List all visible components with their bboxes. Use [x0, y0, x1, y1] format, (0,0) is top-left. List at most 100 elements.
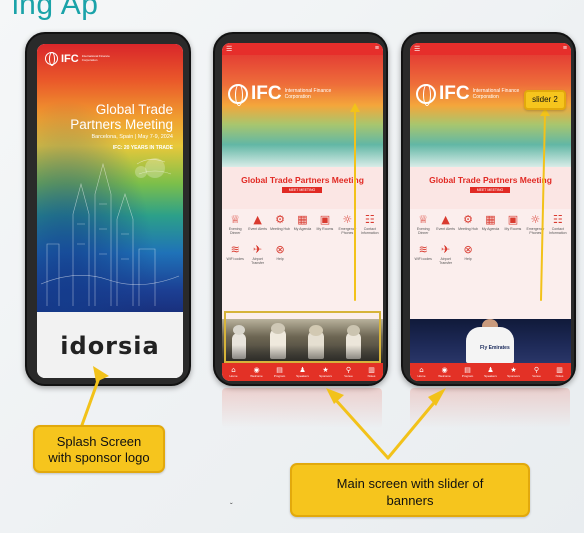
- player-figure: [232, 333, 246, 359]
- grid-item-label: WiFi codes: [414, 257, 432, 261]
- grid-item[interactable]: ✈ Airport Transfer: [246, 243, 268, 273]
- header-banner: IFC International Finance Corporation: [410, 55, 571, 167]
- airplane-icon: ✈: [253, 243, 263, 256]
- grid-item[interactable]: ⚙ Meeting Hub: [457, 213, 479, 243]
- event-badge: MEET MEETING: [470, 187, 510, 193]
- grid-item-label: WiFi codes: [226, 257, 244, 261]
- grid-item[interactable]: ♕ Evening Dinner: [224, 213, 246, 243]
- grid-item[interactable]: ▦ My Agenda: [291, 213, 313, 243]
- main-callout-line2: banners: [386, 493, 434, 508]
- sponsors-icon: ★: [322, 366, 329, 374]
- options-menu-icon[interactable]: ≡: [375, 45, 379, 52]
- main-callout-line1: Main screen with slider of: [336, 476, 484, 491]
- slide-title: ing Ap: [12, 0, 99, 21]
- grid-item-label: Airport Transfer: [251, 257, 265, 265]
- contact-icon: ☷: [364, 213, 375, 226]
- grid-item[interactable]: ▦ My Agenda: [479, 213, 501, 243]
- sponsors-icon: ★: [510, 366, 517, 374]
- nav-item[interactable]: ▤ Program: [268, 363, 291, 381]
- grid-item-label: Airport Transfer: [439, 257, 453, 265]
- nav-item[interactable]: ⌂ Home: [222, 363, 245, 381]
- ifc-logo-text: IFC: [439, 83, 470, 104]
- grid-item[interactable]: ▲ Event Alerts: [246, 213, 268, 243]
- grid-item-label: Emergency Phones: [526, 227, 545, 235]
- header-banner: IFC International Finance Corporation: [222, 55, 383, 167]
- ifc-globe-icon: [228, 84, 248, 106]
- nav-item[interactable]: ⚲ Venue: [525, 363, 548, 381]
- emergency-icon: ☼: [530, 213, 541, 226]
- my-rooms-icon: ▣: [319, 213, 331, 226]
- nav-item-label: Home: [229, 374, 238, 378]
- nav-item[interactable]: ▤ Program: [456, 363, 479, 381]
- hamburger-menu-icon[interactable]: ☰: [226, 45, 232, 53]
- nav-item[interactable]: ⚲ Venue: [337, 363, 360, 381]
- venue-icon: ⚲: [533, 366, 540, 374]
- nav-item[interactable]: ♟ Speakers: [479, 363, 502, 381]
- event-title: Global Trade Partners Meeting: [241, 175, 364, 185]
- jersey-sponsor-text: Fly Emirates: [480, 345, 510, 351]
- cathedral-sketch-illustration: [40, 158, 180, 306]
- ifc-logo: IFC International Finance Corporation: [228, 83, 345, 106]
- feature-grid: ♕ Evening Dinner ▲ Event Alerts ⚙ Meeting Hub…: [224, 213, 381, 303]
- emergency-icon: ☼: [342, 213, 353, 226]
- nav-item-label: Welcome: [250, 374, 263, 378]
- nav-item[interactable]: ⌂ Home: [410, 363, 433, 381]
- grid-item[interactable]: ♕ Evening Dinner: [412, 213, 434, 243]
- slider-banner-jersey[interactable]: Fly Emirates: [410, 319, 571, 363]
- grid-item[interactable]: ▣ My Rooms: [314, 213, 336, 243]
- nav-item-label: Sponsors: [507, 374, 520, 378]
- nav-item[interactable]: ◉ Welcome: [433, 363, 456, 381]
- welcome-icon: ◉: [441, 366, 448, 374]
- grid-item[interactable]: ✈ Airport Transfer: [434, 243, 456, 273]
- slider-banner-football[interactable]: [222, 319, 383, 363]
- event-badge: MEET MEETING: [282, 187, 322, 193]
- help-icon: ⊗: [463, 243, 473, 256]
- nav-item[interactable]: ★ Sponsors: [314, 363, 337, 381]
- grid-item[interactable]: ☼ Emergency Phones: [336, 213, 358, 243]
- nav-item[interactable]: ★ Sponsors: [502, 363, 525, 381]
- program-icon: ▤: [276, 366, 283, 374]
- grid-item[interactable]: ☼ Emergency Phones: [524, 213, 546, 243]
- grid-item-label: My Rooms: [504, 227, 522, 231]
- top-bar: ☰ ≡: [222, 43, 383, 55]
- nav-item-label: Speakers: [296, 374, 309, 378]
- helmet-shape: [233, 325, 245, 335]
- nav-item[interactable]: ♟ Speakers: [291, 363, 314, 381]
- ifc-logo-subtext: International Finance Corporation: [284, 88, 332, 100]
- nav-item-label: Welcome: [438, 374, 451, 378]
- phone-reflection: [410, 388, 570, 428]
- event-alerts-icon: ▲: [253, 213, 262, 226]
- grid-item[interactable]: ⚙ Meeting Hub: [269, 213, 291, 243]
- grid-item-label: My Agenda: [481, 227, 500, 231]
- splash-phone-mockup: IFC International Finance Corporation Gl…: [25, 32, 191, 386]
- sponsor-logo: idorsia: [60, 332, 160, 360]
- hamburger-menu-icon[interactable]: ☰: [414, 45, 420, 53]
- options-menu-icon[interactable]: ≡: [563, 45, 567, 52]
- nav-item-label: Program: [273, 374, 286, 378]
- nav-item[interactable]: ▥ Notes: [548, 363, 571, 381]
- speakers-icon: ♟: [487, 366, 494, 374]
- grid-item[interactable]: ▣ My Rooms: [502, 213, 524, 243]
- grid-item[interactable]: ⊗ Help: [269, 243, 291, 273]
- player-figure: [346, 332, 361, 359]
- grid-item-label: My Agenda: [293, 227, 312, 231]
- nav-item[interactable]: ◉ Welcome: [245, 363, 268, 381]
- grid-item[interactable]: ☷ Contact Information: [547, 213, 569, 243]
- grid-item[interactable]: ▲ Event Alerts: [434, 213, 456, 243]
- nav-item-label: Notes: [555, 374, 564, 378]
- bottom-nav: ⌂ Home ◉ Welcome ▤ Program ♟ Speakers ★ Sponsors ⚲…: [410, 363, 571, 381]
- grid-item[interactable]: ≋ WiFi codes: [412, 243, 434, 273]
- nav-item-label: Program: [461, 374, 474, 378]
- grid-item-label: Contact Information: [549, 227, 567, 235]
- event-title-area: Global Trade Partners Meeting MEET MEETI…: [222, 167, 383, 209]
- grid-item[interactable]: ⊗ Help: [457, 243, 479, 273]
- grid-item-label: Contact Information: [361, 227, 379, 235]
- grid-item[interactable]: ☷ Contact Information: [359, 213, 381, 243]
- welcome-icon: ◉: [253, 366, 260, 374]
- grid-item-label: Evening Dinner: [228, 227, 242, 235]
- ifc-logo: IFC International Finance Corporation: [416, 83, 533, 106]
- grid-item[interactable]: ≋ WiFi codes: [224, 243, 246, 273]
- meeting-hub-icon: ⚙: [275, 213, 285, 226]
- grid-item-label: Emergency Phones: [338, 227, 357, 235]
- nav-item[interactable]: ▥ Notes: [360, 363, 383, 381]
